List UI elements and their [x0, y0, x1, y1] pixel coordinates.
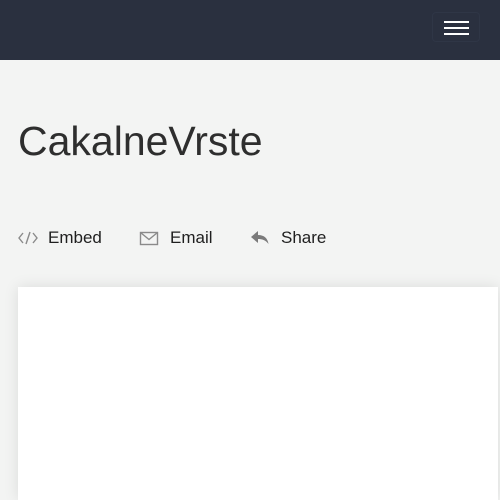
embedded-content-panel [18, 287, 498, 500]
email-button[interactable]: Email [139, 226, 213, 250]
share-label: Share [281, 228, 327, 247]
share-reply-icon [250, 226, 270, 250]
email-label: Email [170, 228, 213, 247]
hamburger-menu-button[interactable] [432, 12, 480, 42]
embed-button[interactable]: Embed [18, 226, 102, 250]
page-title: CakalneVrste [18, 118, 263, 164]
top-navbar [0, 0, 500, 60]
code-icon [18, 226, 38, 250]
hamburger-menu-icon [444, 21, 469, 23]
embed-label: Embed [48, 228, 102, 247]
envelope-icon [139, 226, 159, 250]
share-button[interactable]: Share [250, 226, 326, 250]
